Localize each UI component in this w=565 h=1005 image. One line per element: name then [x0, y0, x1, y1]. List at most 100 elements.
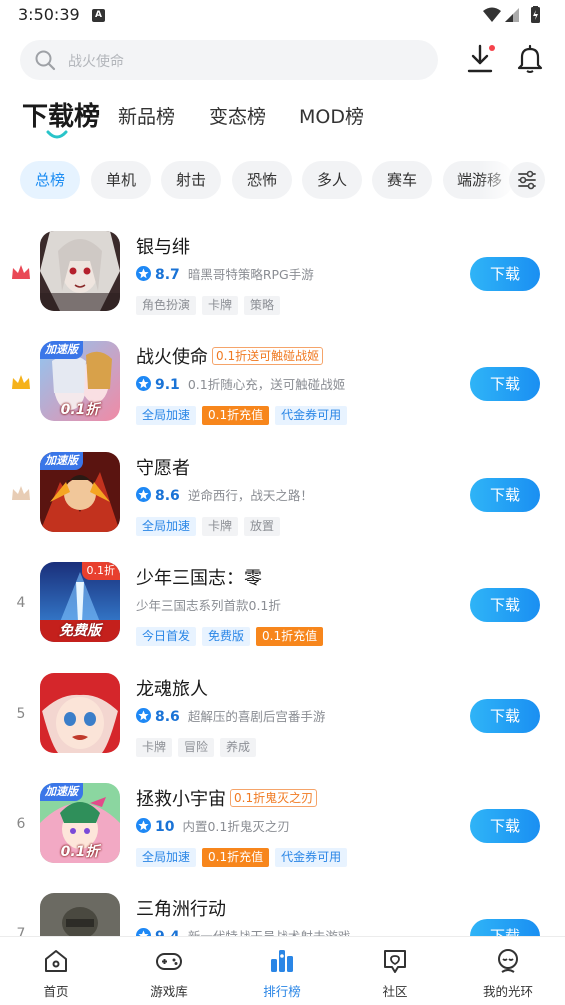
rating-star-icon	[136, 376, 151, 391]
game-name[interactable]: 龙魂旅人	[136, 675, 208, 701]
rank-crown-gold-icon	[12, 265, 30, 279]
tag: 养成	[220, 738, 257, 757]
nav-game-library[interactable]: 游戏库	[129, 937, 209, 1005]
chip-shooter[interactable]: 射击	[161, 161, 221, 199]
tab-mod-rank[interactable]: MOD榜	[299, 102, 364, 129]
download-button[interactable]: 下载	[470, 699, 540, 733]
nav-label: 首页	[43, 984, 69, 999]
game-icon[interactable]: 0.1折 免费版	[40, 562, 120, 642]
game-row[interactable]: 银与绯 8.7 暗黑哥特策略RPG手游 角色扮演 卡牌 策略 下载	[0, 231, 565, 331]
game-name[interactable]: 三角洲行动	[136, 895, 226, 921]
tag: 放置	[244, 517, 281, 536]
game-score: 9.1	[155, 377, 180, 393]
download-button[interactable]: 下载	[470, 367, 540, 401]
bottom-nav: 首页 游戏库 排行榜 社区 我的光环	[0, 936, 565, 1005]
game-meta: 8.7 暗黑哥特策略RPG手游	[136, 265, 314, 285]
game-tags: 角色扮演 卡牌 策略	[136, 294, 286, 315]
tag: 角色扮演	[136, 296, 197, 315]
rating-star-icon	[136, 266, 151, 281]
discount-corner-badge: 0.1折	[81, 562, 120, 580]
download-button[interactable]: 下载	[470, 809, 540, 843]
game-icon[interactable]	[40, 231, 120, 311]
game-icon[interactable]: 加速版 0.1折	[40, 341, 120, 421]
tab-download-rank[interactable]: 下载榜	[22, 96, 100, 133]
game-row[interactable]: 4 0.1折 免费版 少年三国志：零 少年三国志系列首款0.1折 今日首发 免费版…	[0, 562, 565, 662]
game-description: 内置0.1折鬼灭之刃	[182, 819, 290, 834]
rank-crown-silver-icon	[12, 375, 30, 389]
game-name[interactable]: 少年三国志：零	[136, 564, 262, 590]
game-meta: 8.6 逆命西行，战天之路！	[136, 486, 313, 506]
search-bar[interactable]: 战火使命	[20, 40, 438, 80]
nav-label: 游戏库	[150, 984, 188, 999]
tag: 0.1折充值	[256, 627, 324, 646]
tag: 卡牌	[202, 517, 239, 536]
tag: 卡牌	[202, 296, 239, 315]
tag: 卡牌	[136, 738, 173, 757]
notifications-button[interactable]	[516, 44, 544, 74]
rank-number: 5	[16, 706, 26, 722]
speed-badge: 加速版	[40, 341, 83, 359]
game-icon[interactable]: 加速版	[40, 452, 120, 532]
speed-badge: 加速版	[40, 783, 83, 801]
game-row[interactable]: 加速版 0.1折 战火使命 0.1折送可触碰战姬 9.1 0.1折随心充，送可触碰战…	[0, 341, 565, 441]
game-name[interactable]: 拯救小宇宙 0.1折鬼灭之刃	[136, 785, 318, 811]
notification-a-icon: A	[92, 9, 105, 22]
rating-star-icon	[136, 487, 151, 502]
free-version-label: 免费版	[59, 623, 101, 639]
game-row[interactable]: 5 龙魂旅人 8.6 超解压的喜剧后宫番手游 卡牌 冒险 养成 下载	[0, 673, 565, 773]
nav-rankings[interactable]: 排行榜	[242, 937, 322, 1005]
nav-label: 排行榜	[263, 984, 301, 999]
home-icon	[45, 950, 67, 972]
status-bar: 3:50:39 A	[0, 0, 565, 32]
game-meta: 10 内置0.1折鬼灭之刃	[136, 817, 290, 837]
chip-racing[interactable]: 赛车	[372, 161, 432, 199]
search-placeholder: 战火使命	[68, 54, 124, 70]
tag: 策略	[244, 296, 281, 315]
game-icon[interactable]: 加速版 0.1折	[40, 783, 120, 863]
tag: 全局加速	[136, 406, 197, 425]
game-description: 0.1折随心充，送可触碰战姬	[187, 377, 346, 392]
ranking-icon	[271, 950, 293, 972]
game-name[interactable]: 银与绯	[136, 233, 190, 259]
game-tags: 今日首发 免费版 0.1折充值	[136, 625, 329, 646]
tab-new-rank[interactable]: 新品榜	[118, 102, 175, 129]
status-icons	[483, 6, 540, 23]
tab-modded-rank[interactable]: 变态榜	[209, 102, 266, 129]
status-time: 3:50:39	[18, 5, 80, 24]
tag: 冒险	[178, 738, 215, 757]
nav-profile[interactable]: 我的光环	[468, 937, 548, 1005]
ranking-tabs: 下载榜 新品榜 变态榜 MOD榜	[0, 96, 565, 142]
nav-community[interactable]: 社区	[355, 937, 435, 1005]
chip-multiplayer[interactable]: 多人	[302, 161, 362, 199]
game-description: 超解压的喜剧后宫番手游	[187, 709, 326, 724]
game-name[interactable]: 守愿者	[136, 454, 190, 480]
search-icon	[35, 50, 56, 71]
game-icon[interactable]	[40, 673, 120, 753]
tag: 免费版	[202, 627, 251, 646]
download-button[interactable]: 下载	[470, 588, 540, 622]
chip-horror[interactable]: 恐怖	[232, 161, 292, 199]
game-score: 8.7	[155, 267, 180, 283]
rank-crown-bronze-icon	[12, 486, 30, 500]
tag: 全局加速	[136, 848, 197, 867]
game-row[interactable]: 加速版 守愿者 8.6 逆命西行，战天之路！ 全局加速 卡牌 放置 下载	[0, 452, 565, 552]
nav-home[interactable]: 首页	[16, 937, 96, 1005]
filter-settings-button[interactable]	[509, 162, 545, 198]
chip-all[interactable]: 总榜	[20, 161, 80, 199]
rank-number: 4	[16, 595, 26, 611]
download-manager-button[interactable]	[466, 44, 495, 74]
nav-label: 社区	[382, 984, 408, 999]
discount-label: 0.1折	[60, 402, 100, 418]
rating-star-icon	[136, 708, 151, 723]
download-button[interactable]: 下载	[470, 257, 540, 291]
chip-single-player[interactable]: 单机	[91, 161, 151, 199]
game-meta: 9.1 0.1折随心充，送可触碰战姬	[136, 375, 345, 395]
game-name[interactable]: 战火使命 0.1折送可触碰战姬	[136, 343, 324, 369]
game-description: 暗黑哥特策略RPG手游	[187, 267, 314, 282]
notification-dot	[489, 45, 495, 51]
download-button[interactable]: 下载	[470, 478, 540, 512]
game-meta: 8.6 超解压的喜剧后宫番手游	[136, 707, 325, 727]
game-meta: 少年三国志系列首款0.1折	[136, 596, 281, 616]
game-score: 8.6	[155, 709, 180, 725]
game-row[interactable]: 6 加速版 0.1折 拯救小宇宙 0.1折鬼灭之刃 10 内置0.1折鬼灭之刃 全局…	[0, 783, 565, 883]
